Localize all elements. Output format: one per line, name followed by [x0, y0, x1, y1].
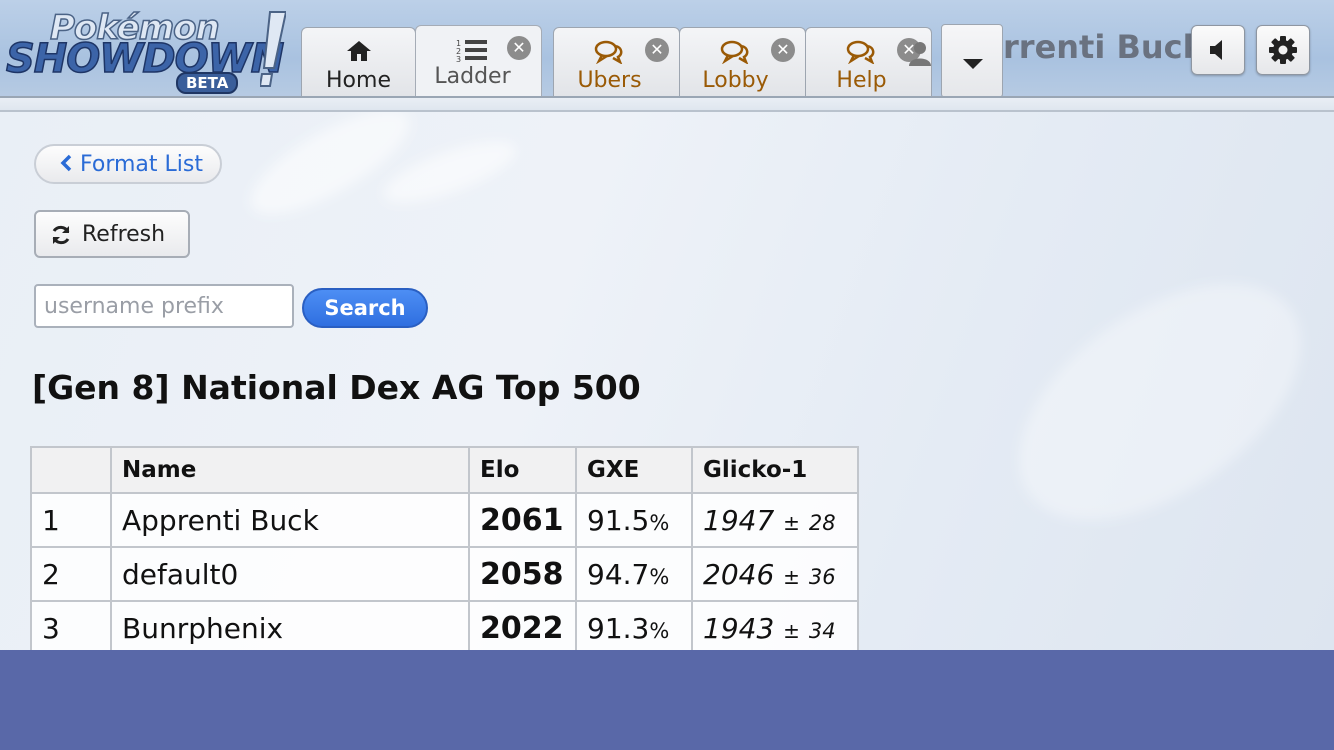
glicko-deviation: 34 — [808, 618, 836, 643]
background-cloud — [237, 112, 423, 233]
glicko-deviation: 36 — [808, 564, 836, 589]
gxe-cell: 94.7% — [575, 546, 693, 602]
background-cloud — [977, 236, 1334, 568]
plus-minus-sign: ± — [783, 564, 800, 589]
table-row[interactable]: 1 Apprenti Buck 2061 91.5% 1947 ± 28 — [30, 492, 859, 548]
close-icon[interactable]: ✕ — [507, 36, 531, 60]
settings-button[interactable] — [1256, 25, 1310, 75]
elo-cell: 2022 — [468, 600, 577, 650]
tab-ladder[interactable]: 1 2 3 Ladder ✕ — [415, 25, 542, 99]
user-icon — [909, 42, 931, 66]
percent-sign: % — [649, 564, 670, 589]
list-icon: 1 2 3 — [456, 39, 488, 64]
chat-icon — [720, 40, 749, 64]
gxe-cell: 91.5% — [575, 492, 693, 548]
close-icon[interactable]: ✕ — [645, 38, 669, 62]
tab-overflow-button[interactable] — [941, 24, 1003, 98]
ladder-table: Name Elo GXE Glicko-1 1 Apprenti Buck 20… — [30, 446, 859, 650]
tab-lobby-label: Lobby — [702, 68, 769, 93]
rank-cell: 2 — [30, 546, 112, 602]
glicko-value: 1943 — [703, 611, 775, 645]
tab-home[interactable]: Home — [301, 27, 416, 97]
home-icon — [346, 41, 371, 61]
glicko-value: 2046 — [703, 557, 775, 591]
chat-icon — [846, 40, 875, 64]
gxe-value: 94.7 — [587, 557, 650, 591]
refresh-icon — [52, 225, 70, 245]
logo-beta-badge: BETA — [176, 72, 239, 94]
glicko-value: 1947 — [703, 503, 775, 537]
glicko-cell: 1947 ± 28 — [691, 492, 859, 548]
rank-cell: 3 — [30, 600, 112, 650]
chat-icon — [594, 40, 623, 64]
player-name-cell[interactable]: Bunrphenix — [110, 600, 470, 650]
search-button[interactable]: Search — [302, 288, 428, 328]
volume-icon — [1210, 40, 1222, 60]
ladder-title: [Gen 8] National Dex AG Top 500 — [32, 368, 641, 407]
table-row[interactable]: 2 default0 2058 94.7% 2046 ± 36 — [30, 546, 859, 602]
close-icon[interactable]: ✕ — [771, 38, 795, 62]
footer-area — [0, 650, 1334, 750]
tab-ubers[interactable]: Ubers ✕ — [553, 27, 680, 97]
plus-minus-sign: ± — [783, 510, 800, 535]
glicko-cell: 1943 ± 34 — [691, 600, 859, 650]
caret-down-icon — [963, 59, 983, 69]
tab-help[interactable]: Help ✕ — [805, 27, 932, 97]
sound-button[interactable] — [1191, 25, 1245, 75]
col-header-elo: Elo — [468, 446, 577, 494]
format-list-label: Format List — [80, 152, 203, 177]
refresh-button[interactable]: Refresh — [34, 210, 190, 258]
col-header-glicko: Glicko-1 — [691, 446, 859, 494]
tab-ubers-label: Ubers — [577, 68, 642, 93]
col-header-gxe: GXE — [575, 446, 693, 494]
header-bar: Pokémon SHOWDOWN BETA Home 1 2 3 Ladder … — [0, 0, 1334, 99]
tab-lobby[interactable]: Lobby ✕ — [679, 27, 806, 97]
chevron-left-icon — [60, 154, 72, 172]
gxe-value: 91.3 — [587, 611, 650, 645]
svg-text:3: 3 — [456, 55, 461, 64]
logo-exclamation-icon — [260, 11, 286, 87]
glicko-cell: 2046 ± 36 — [691, 546, 859, 602]
col-header-name: Name — [110, 446, 470, 494]
header-divider — [0, 96, 1334, 112]
username-search-input[interactable] — [34, 284, 294, 328]
username-display[interactable]: rrenti Buck — [1003, 28, 1204, 66]
gxe-cell: 91.3% — [575, 600, 693, 650]
glicko-deviation: 28 — [808, 510, 836, 535]
elo-cell: 2061 — [468, 492, 577, 548]
logo-showdown-text: SHOWDOWN — [5, 35, 285, 83]
tab-ladder-label: Ladder — [434, 64, 511, 89]
table-row[interactable]: 3 Bunrphenix 2022 91.3% 1943 ± 34 — [30, 600, 859, 650]
showdown-logo[interactable]: Pokémon SHOWDOWN BETA — [5, 6, 296, 94]
gear-icon — [1269, 36, 1297, 64]
player-name-cell[interactable]: default0 — [110, 546, 470, 602]
table-header-row: Name Elo GXE Glicko-1 — [30, 446, 859, 494]
col-header-rank — [30, 446, 112, 494]
percent-sign: % — [649, 618, 670, 643]
rank-cell: 1 — [30, 492, 112, 548]
player-name-cell[interactable]: Apprenti Buck — [110, 492, 470, 548]
plus-minus-sign: ± — [783, 618, 800, 643]
elo-cell: 2058 — [468, 546, 577, 602]
gxe-value: 91.5 — [587, 503, 650, 537]
tab-home-label: Home — [326, 68, 391, 93]
percent-sign: % — [649, 510, 670, 535]
tab-help-label: Help — [836, 68, 887, 93]
ladder-panel: Format List Refresh Search [Gen 8] Natio… — [0, 112, 1334, 650]
refresh-label: Refresh — [82, 222, 166, 247]
format-list-button[interactable]: Format List — [34, 144, 222, 184]
